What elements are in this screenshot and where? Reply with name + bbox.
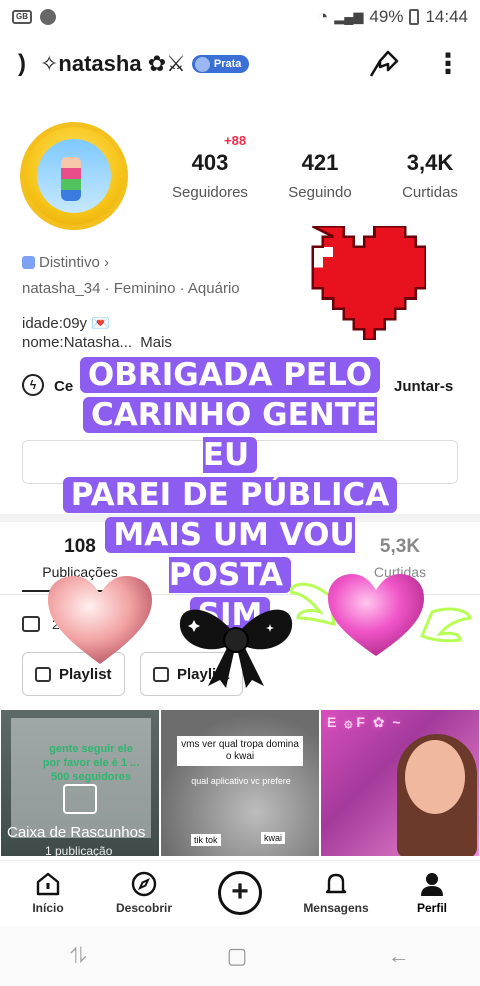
wifi-icon: ◔: [317, 7, 329, 26]
home-icon: [35, 871, 61, 897]
nav-label: Início: [32, 900, 64, 915]
nav-descobrir[interactable]: Descobrir: [104, 871, 184, 915]
caption-text: OBRIGADA PELO: [79, 357, 381, 393]
avatar[interactable]: [20, 122, 128, 230]
caption-text: PAREI DE PÚBLICA: [62, 477, 398, 513]
bio-more-link[interactable]: Mais: [140, 334, 172, 351]
caption-text: CARINHO GENTE EU: [82, 397, 378, 473]
app-notification-icon: GB: [12, 10, 32, 24]
post-tag: kwai: [261, 832, 286, 844]
profile-stats: 403 Seguidores 421 Seguindo 3,4K Curtida…: [155, 150, 480, 201]
bio: idade:09y 💌 nome:Natasha... Mais: [22, 314, 172, 352]
signal-icon: ▂▄▆: [334, 9, 364, 24]
stat-label: Seguidores: [172, 184, 248, 201]
stat-likes[interactable]: 3,4K Curtidas: [375, 150, 480, 201]
share-icon[interactable]: [368, 49, 400, 79]
nav-label: Perfil: [416, 900, 447, 915]
system-back-icon[interactable]: ←: [388, 943, 410, 969]
nav-label: Mensagens: [303, 900, 369, 915]
new-followers-badge: +88: [224, 133, 247, 148]
more-options-icon[interactable]: ⋮: [434, 50, 462, 78]
nav-inicio[interactable]: Início: [8, 871, 88, 915]
battery-icon: [409, 9, 420, 25]
bell-icon: [323, 871, 349, 897]
status-left-icons: GB: [12, 9, 56, 25]
post-photo-face: [405, 740, 465, 814]
plus-icon: +: [218, 870, 262, 915]
person-icon: [419, 871, 445, 897]
sparkle-heart-sticker: [44, 572, 156, 673]
stat-label: Seguindo: [288, 184, 352, 201]
battery-percent: 49%: [369, 7, 404, 26]
distintivo-icon: [22, 256, 35, 269]
neon-sign-text: E ۞ F ✿ ~: [327, 714, 403, 730]
caption-line: PAREI DE PÚBLICA: [52, 475, 408, 515]
nav-label: Descobrir: [115, 900, 173, 915]
camera-notification-icon: [40, 9, 56, 25]
stat-followers[interactable]: 403 Seguidores: [155, 150, 265, 201]
back-button[interactable]: ): [18, 50, 26, 78]
level-badge[interactable]: Prata: [191, 55, 250, 73]
recent-apps-icon[interactable]: ⥮: [70, 943, 86, 969]
stat-value: 421: [301, 150, 339, 175]
post-tile[interactable]: E ۞ F ✿ ~: [321, 710, 479, 856]
bio-text: nome:Natasha...: [22, 334, 133, 351]
distintivo-label: Distintivo ›: [39, 254, 110, 271]
draft-preview-text: gente seguir ele por favor ele é 1 ... 5…: [42, 743, 140, 783]
drafts-tile[interactable]: gente seguir ele por favor ele é 1 ... 5…: [1, 710, 159, 856]
drafts-title: Caixa de Rascunhos: [7, 824, 146, 841]
lightning-icon[interactable]: ϟ: [22, 374, 44, 396]
black-bow-sticker: [174, 598, 298, 695]
stat-label: Curtidas: [402, 184, 458, 201]
playlist-icon: [22, 616, 40, 632]
inbox-icon: [63, 784, 97, 814]
pixel-heart-sticker: [292, 225, 428, 345]
profile-info: natasha_34 · Feminino · Aquário: [22, 280, 240, 297]
profile-header: ) ✧natasha ✿⚔ Prata ⋮: [0, 40, 480, 88]
avatar-character: [61, 157, 81, 201]
post-subcaption: qual aplicativo vc prefere: [191, 776, 291, 786]
status-right: ◔ ▂▄▆ 49% 14:44: [318, 7, 468, 27]
caption-line: OBRIGADA PELO: [52, 355, 408, 395]
clock: 14:44: [425, 7, 468, 26]
nav-mensagens[interactable]: Mensagens: [296, 871, 376, 915]
stat-value: 403: [191, 150, 229, 175]
drafts-count: 1 publicação: [45, 844, 113, 856]
system-navigation: ⥮ ▢ ←: [0, 926, 480, 986]
bio-line: idade:09y 💌: [22, 315, 110, 332]
distintivo-link[interactable]: Distintivo ›: [22, 254, 109, 271]
winged-heart-sticker: [288, 556, 472, 665]
bio-line: nome:Natasha... Mais: [22, 333, 172, 352]
nav-perfil[interactable]: Perfil: [392, 871, 472, 915]
caption-line: CARINHO GENTE EU: [52, 395, 408, 475]
bottom-navigation: Início Descobrir + Mensagens Perfil: [0, 860, 480, 924]
post-caption: vms ver qual tropa domina o kwai: [177, 736, 303, 766]
username: ✧natasha ✿⚔: [40, 51, 186, 76]
stat-value: 3,4K: [406, 150, 454, 175]
nav-create[interactable]: +: [200, 870, 280, 915]
compass-icon: [131, 871, 157, 897]
post-tag: tik tok: [191, 834, 221, 846]
post-tile[interactable]: vms ver qual tropa domina o kwai qual ap…: [161, 710, 319, 856]
status-bar: GB ◔ ▂▄▆ 49% 14:44: [0, 0, 480, 34]
home-button-icon[interactable]: ▢: [227, 943, 248, 969]
stat-following[interactable]: 421 Seguindo: [265, 150, 375, 201]
